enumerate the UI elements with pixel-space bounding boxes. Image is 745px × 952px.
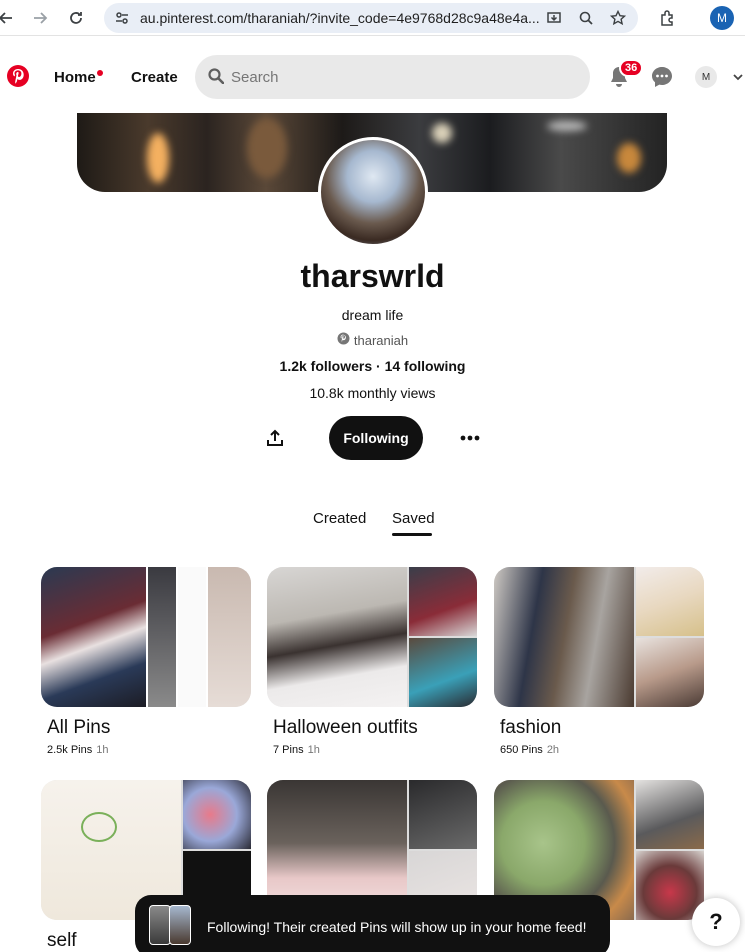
board-card[interactable]: fashion 650 Pins 2h [494, 567, 706, 756]
toast-thumbnail [149, 905, 171, 945]
pinterest-logo-icon[interactable] [7, 65, 29, 87]
profile-handle[interactable]: tharaniah [0, 332, 745, 348]
nav-create-link[interactable]: Create [131, 69, 178, 86]
search-input[interactable]: Search [195, 55, 590, 99]
forward-icon[interactable] [28, 6, 52, 30]
board-title: All Pins [47, 717, 111, 738]
browser-profile-avatar[interactable]: M [710, 6, 734, 30]
more-options-icon[interactable] [456, 424, 484, 452]
user-avatar[interactable]: M [695, 66, 717, 88]
share-icon[interactable] [261, 424, 289, 452]
profile-monthly-views: 10.8k monthly views [309, 385, 436, 401]
following-toast: Following! Their created Pins will show … [135, 895, 610, 952]
profile-name: tharswrld [300, 258, 445, 294]
board-meta: 2.5k Pins 1h [47, 744, 109, 756]
browser-toolbar: au.pinterest.com/tharaniah/?invite_code=… [0, 0, 745, 36]
account-chevron-down-icon[interactable] [726, 65, 745, 89]
back-icon[interactable] [0, 6, 18, 30]
extensions-icon[interactable] [656, 6, 680, 30]
search-icon [208, 68, 225, 89]
board-meta: 650 Pins 2h [500, 744, 560, 756]
messages-icon[interactable] [650, 65, 674, 89]
board-cover [267, 567, 477, 707]
profile-bio: dream life [341, 307, 404, 323]
board-cover [494, 567, 704, 707]
board-title: Halloween outfits [273, 717, 418, 738]
reload-icon[interactable] [64, 6, 88, 30]
board-title: self [47, 930, 77, 951]
zoom-icon[interactable] [576, 8, 596, 28]
toast-thumbnail [169, 905, 191, 945]
url-text: au.pinterest.com/tharaniah/?invite_code=… [140, 10, 540, 26]
install-icon[interactable] [544, 8, 564, 28]
tab-created[interactable]: Created [313, 510, 366, 527]
board-cover [41, 567, 251, 707]
pinterest-small-icon [337, 332, 350, 348]
nav-home-link[interactable]: Home [54, 69, 96, 86]
address-bar[interactable]: au.pinterest.com/tharaniah/?invite_code=… [104, 3, 638, 33]
notification-count-badge: 36 [619, 59, 644, 77]
help-button[interactable]: ? [692, 898, 740, 946]
site-header: Home Create Search 36 M [0, 36, 745, 116]
following-button[interactable]: Following [329, 416, 423, 460]
profile-follow-stats[interactable]: 1.2k followers · 14 following [0, 358, 745, 374]
search-placeholder: Search [231, 69, 279, 86]
board-meta: 7 Pins 1h [273, 744, 320, 756]
board-card[interactable]: Halloween outfits 7 Pins 1h [267, 567, 479, 756]
active-tab-indicator [392, 533, 432, 536]
profile-avatar-image [318, 137, 428, 247]
board-card[interactable]: All Pins 2.5k Pins 1h [41, 567, 253, 756]
bookmark-star-icon[interactable] [608, 8, 628, 28]
toast-message: Following! Their created Pins will show … [207, 919, 587, 935]
site-info-icon[interactable] [112, 8, 132, 28]
home-unread-dot [97, 70, 103, 76]
tab-saved[interactable]: Saved [392, 510, 435, 527]
board-title: fashion [500, 717, 562, 738]
profile-handle-text: tharaniah [353, 332, 409, 348]
